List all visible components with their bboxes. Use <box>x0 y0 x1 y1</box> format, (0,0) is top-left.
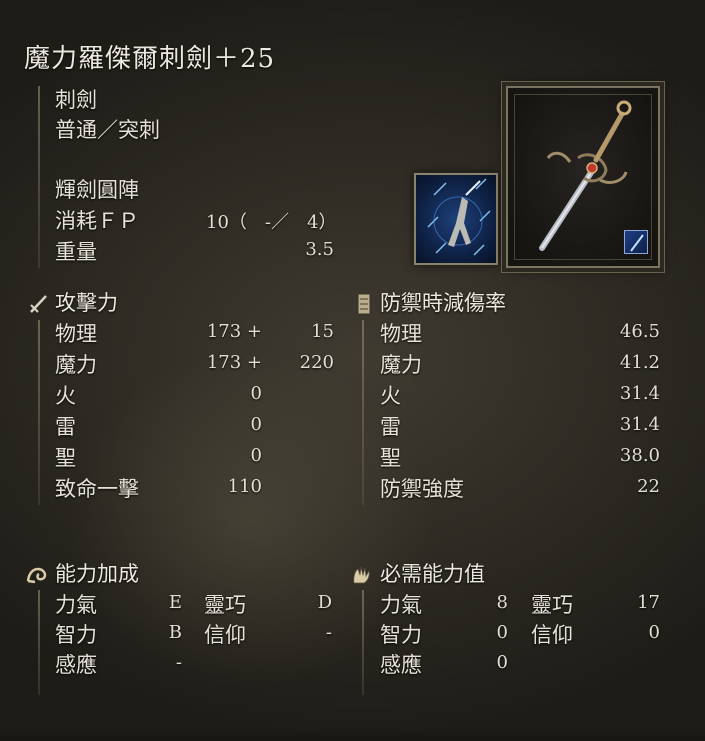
attack-row-bonus: 15 <box>311 321 334 342</box>
shield-icon <box>357 293 371 315</box>
skill-card[interactable] <box>414 173 498 265</box>
requirement-stat-label: 智力 <box>380 623 422 647</box>
attack-row-base: 0 <box>250 414 262 435</box>
guard-row-value: 31.4 <box>619 383 660 404</box>
guard-row-label: 物理 <box>380 322 422 346</box>
fp-cost-value: 10（ -／ 4） <box>206 212 337 233</box>
scaling-stat-label: 靈巧 <box>204 593 246 617</box>
guard-divider <box>362 320 364 505</box>
weapon-attack-type: 普通／突刺 <box>55 118 160 142</box>
guard-row-label: 魔力 <box>380 353 422 377</box>
requirement-stat-value: 0 <box>648 622 660 643</box>
requirement-stat-label: 力氣 <box>380 593 422 617</box>
scaling-stat-grade: D <box>317 592 332 613</box>
scaling-stat-grade: - <box>325 622 332 643</box>
requirement-stat-value: 0 <box>496 622 508 643</box>
attack-row-label: 物理 <box>55 322 97 346</box>
hand-icon <box>353 566 370 584</box>
guard-row-value: 31.4 <box>619 414 660 435</box>
attack-row-label: 魔力 <box>55 353 97 377</box>
requirement-stat-value: 0 <box>496 652 508 673</box>
scaling-stat-grade: - <box>175 652 182 673</box>
requirement-stat-value: 17 <box>637 592 660 613</box>
guard-row-value: 41.2 <box>619 352 660 373</box>
weight-value: 3.5 <box>305 239 334 260</box>
attack-row-base: 173 + <box>206 352 262 373</box>
requirement-stat-value: 8 <box>496 592 508 613</box>
guard-row-label: 聖 <box>380 446 401 470</box>
attack-row-label: 雷 <box>55 415 76 439</box>
guard-row-value: 46.5 <box>619 321 660 342</box>
weapon-card[interactable] <box>506 86 660 268</box>
requirement-stat-label: 感應 <box>380 653 422 677</box>
guard-row-label: 火 <box>380 384 401 408</box>
skill-name: 輝劍圓陣 <box>55 178 139 202</box>
guard-row-label: 雷 <box>380 415 401 439</box>
scaling-stat-label: 信仰 <box>204 623 246 647</box>
attack-row-base: 0 <box>250 383 262 404</box>
scaling-divider <box>38 590 40 695</box>
magic-affinity-icon <box>624 230 648 254</box>
requirement-stat-label: 信仰 <box>531 623 573 647</box>
attack-divider <box>38 320 40 505</box>
arm-icon <box>26 567 47 584</box>
attack-row-label: 致命一擊 <box>55 477 139 501</box>
scaling-stat-label: 智力 <box>55 623 97 647</box>
requirements-header: 必需能力值 <box>380 562 485 586</box>
scaling-stat-grade: E <box>168 592 182 613</box>
weapon-title: 魔力羅傑爾刺劍＋25 <box>24 44 276 74</box>
requirement-stat-label: 靈巧 <box>531 593 573 617</box>
scaling-stat-label: 力氣 <box>55 593 97 617</box>
attack-row-label: 火 <box>55 384 76 408</box>
weapon-type: 刺劍 <box>55 88 97 112</box>
scaling-header: 能力加成 <box>55 562 139 586</box>
weight-label: 重量 <box>55 240 97 264</box>
requirements-divider <box>362 590 364 695</box>
attack-header: 攻擊力 <box>55 291 118 315</box>
guard-row-value: 38.0 <box>619 445 660 466</box>
attack-row-base: 110 <box>227 476 262 497</box>
next-section-fade <box>0 728 705 741</box>
guard-header: 防禦時減傷率 <box>380 291 506 315</box>
fp-cost-label: 消耗ＦＰ <box>55 209 139 233</box>
glintblade-phalanx-icon <box>427 178 491 256</box>
attack-row-bonus: 220 <box>299 352 334 373</box>
attack-row-base: 0 <box>250 445 262 466</box>
scaling-stat-label: 感應 <box>55 653 97 677</box>
guard-row-label: 防禦強度 <box>380 477 464 501</box>
guard-row-value: 22 <box>637 476 660 497</box>
sword-icon <box>30 295 47 313</box>
scaling-stat-grade: B <box>168 622 182 643</box>
attack-row-base: 173 + <box>206 321 262 342</box>
info-divider <box>38 86 40 268</box>
attack-row-label: 聖 <box>55 446 76 470</box>
